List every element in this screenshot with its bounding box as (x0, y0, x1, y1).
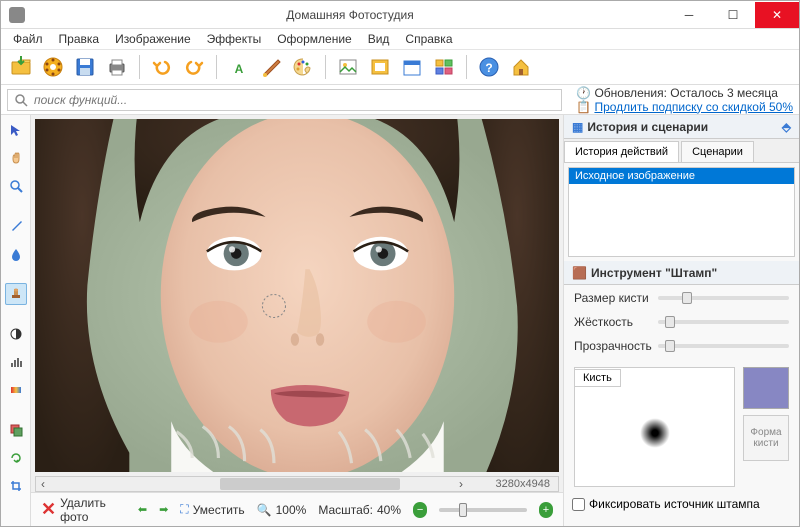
history-tabs: История действий Сценарии (564, 139, 799, 163)
catalog-button[interactable] (39, 53, 67, 81)
brush-dot-icon (640, 418, 670, 448)
blur-tool[interactable] (5, 243, 27, 265)
svg-text:A: A (235, 62, 244, 76)
contrast-tool[interactable] (5, 323, 27, 345)
side-panel: ▦ История и сценарии ⬘ История действий … (563, 115, 799, 526)
svg-text:?: ? (485, 61, 492, 75)
hardness-slider[interactable] (658, 320, 789, 324)
prev-button[interactable]: ⬅ (138, 503, 147, 516)
fix-source-row: Фиксировать источник штампа (564, 493, 799, 515)
app-icon (9, 7, 25, 23)
horizontal-scrollbar[interactable]: ‹ › 3280x4948 (35, 476, 559, 492)
menubar: Файл Правка Изображение Эффекты Оформлен… (1, 29, 799, 49)
opacity-label: Прозрачность (574, 339, 652, 353)
brush-shape-button[interactable]: Форма кисти (743, 415, 789, 461)
renew-link[interactable]: Продлить подписку со скидкой 50% (594, 100, 793, 114)
search-icon (14, 93, 28, 107)
color-swatch[interactable] (743, 367, 789, 409)
menu-effects[interactable]: Эффекты (201, 30, 268, 48)
next-button[interactable]: ➡ (159, 503, 168, 516)
fix-source-label: Фиксировать источник штампа (589, 497, 760, 511)
history-list[interactable]: Исходное изображение (568, 167, 795, 257)
titlebar: Домашняя Фотостудия ─ ☐ ✕ (1, 1, 799, 29)
brush-tab[interactable]: Кисть (574, 369, 621, 387)
search-box[interactable] (7, 89, 562, 111)
scale-label: Масштаб: 40% (318, 503, 401, 517)
canvas-dimensions: 3280x4948 (488, 478, 558, 490)
minimize-button[interactable]: ─ (667, 2, 711, 28)
close-button[interactable]: ✕ (755, 2, 799, 28)
undo-button[interactable] (148, 53, 176, 81)
save-button[interactable] (71, 53, 99, 81)
collapse-icon[interactable]: ⬘ (782, 120, 791, 134)
fix-source-checkbox[interactable] (572, 498, 585, 511)
hand-tool[interactable] (5, 147, 27, 169)
menu-help[interactable]: Справка (399, 30, 458, 48)
open-button[interactable] (7, 53, 35, 81)
image-button[interactable] (334, 53, 362, 81)
menu-design[interactable]: Оформление (271, 30, 357, 48)
redo-button[interactable] (180, 53, 208, 81)
tool-panel-header[interactable]: 🟫 Инструмент "Штамп" (564, 261, 799, 285)
fit-button[interactable]: ⛶Уместить (180, 502, 244, 517)
text-button[interactable]: A (225, 53, 253, 81)
zoom-out-button[interactable]: − (413, 502, 427, 518)
menu-edit[interactable]: Правка (53, 30, 106, 48)
rotate-tool[interactable] (5, 447, 27, 469)
zoom-in-button[interactable]: + (539, 502, 553, 518)
window-title: Домашняя Фотостудия (33, 8, 667, 22)
tool-column (1, 115, 31, 526)
brush-size-slider[interactable] (658, 296, 789, 300)
opacity-slider[interactable] (658, 344, 789, 348)
palette-button[interactable] (289, 53, 317, 81)
menu-file[interactable]: Файл (7, 30, 49, 48)
menu-view[interactable]: Вид (362, 30, 396, 48)
brush-size-label: Размер кисти (574, 291, 652, 305)
search-input[interactable] (34, 93, 555, 107)
pointer-tool[interactable] (5, 119, 27, 141)
home-button[interactable] (507, 53, 535, 81)
frame-button[interactable] (366, 53, 394, 81)
tab-history[interactable]: История действий (564, 141, 679, 162)
zoom-tool[interactable] (5, 175, 27, 197)
updates-info: 🕐 Обновления: Осталось 3 месяца 📋 Продли… (568, 86, 793, 114)
zoom-100-button[interactable]: 🔍100% (257, 503, 307, 517)
levels-tool[interactable] (5, 351, 27, 373)
brush-preview: Кисть (574, 367, 735, 487)
tab-scenarios[interactable]: Сценарии (681, 141, 754, 162)
crop-tool[interactable] (5, 475, 27, 497)
brush-tool[interactable] (5, 215, 27, 237)
print-button[interactable] (103, 53, 131, 81)
help-button[interactable]: ? (475, 53, 503, 81)
main-toolbar: A ? (1, 49, 799, 85)
canvas[interactable] (35, 119, 559, 472)
menu-image[interactable]: Изображение (109, 30, 197, 48)
layers-tool[interactable] (5, 419, 27, 441)
delete-photo-button[interactable]: ✕Удалить фото (41, 496, 126, 524)
collage-button[interactable] (430, 53, 458, 81)
bottom-bar: ✕Удалить фото ⬅ ➡ ⛶Уместить 🔍100% Масшта… (31, 492, 563, 526)
search-row: 🕐 Обновления: Осталось 3 месяца 📋 Продли… (1, 85, 799, 115)
stamp-tool[interactable] (5, 283, 27, 305)
maximize-button[interactable]: ☐ (711, 2, 755, 28)
history-panel-header[interactable]: ▦ История и сценарии ⬘ (564, 115, 799, 139)
hardness-label: Жёсткость (574, 315, 652, 329)
history-item[interactable]: Исходное изображение (569, 168, 794, 184)
gradient-tool[interactable] (5, 379, 27, 401)
canvas-area: ‹ › 3280x4948 ✕Удалить фото ⬅ ➡ ⛶Уместит… (31, 115, 563, 526)
brush-button[interactable] (257, 53, 285, 81)
zoom-slider[interactable] (439, 508, 527, 512)
calendar-button[interactable] (398, 53, 426, 81)
tool-panel-body: Размер кисти Жёсткость Прозрачность Кист… (564, 285, 799, 493)
